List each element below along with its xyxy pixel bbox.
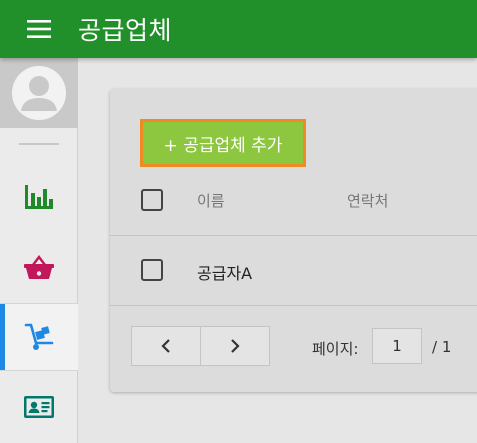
shopping-basket-icon xyxy=(24,255,54,279)
add-supplier-button[interactable]: + 공급업체 추가 xyxy=(140,119,306,167)
id-card-icon xyxy=(24,396,54,418)
sidebar-item-orders[interactable] xyxy=(0,233,78,301)
page-number-input[interactable] xyxy=(372,328,422,364)
next-page-button[interactable] xyxy=(200,327,269,365)
avatar[interactable] xyxy=(0,58,78,128)
app-bar: 공급업체 xyxy=(0,0,477,58)
sidebar-item-contacts[interactable] xyxy=(0,373,78,441)
table-divider xyxy=(110,235,477,236)
sidebar-item-suppliers[interactable] xyxy=(0,303,78,371)
column-header-contact[interactable]: 연락처 xyxy=(347,190,388,211)
table-divider xyxy=(110,305,477,306)
column-header-name[interactable]: 이름 xyxy=(197,190,225,211)
chevron-right-icon xyxy=(231,339,240,353)
supplier-name-cell[interactable]: 공급자A xyxy=(197,260,252,284)
bar-chart-icon xyxy=(25,185,53,209)
sidebar xyxy=(0,58,78,443)
menu-button[interactable] xyxy=(0,0,78,58)
page-label: 페이지: xyxy=(312,340,359,358)
row-checkbox[interactable] xyxy=(141,259,163,281)
user-avatar-icon xyxy=(12,66,66,120)
suppliers-card: + 공급업체 추가 이름 연락처 공급자A 페이지: / 1 xyxy=(110,89,477,392)
main-content: + 공급업체 추가 이름 연락처 공급자A 페이지: / 1 xyxy=(79,58,477,443)
prev-page-button[interactable] xyxy=(132,327,200,365)
page-total: / 1 xyxy=(432,338,452,356)
hamburger-menu-icon xyxy=(27,20,51,38)
sidebar-divider xyxy=(18,143,59,145)
hand-truck-icon xyxy=(24,323,54,350)
page-title: 공급업체 xyxy=(78,16,173,45)
sidebar-item-stats[interactable] xyxy=(0,163,78,231)
select-all-checkbox[interactable] xyxy=(141,189,163,211)
pager xyxy=(131,326,270,366)
chevron-left-icon xyxy=(161,339,170,353)
